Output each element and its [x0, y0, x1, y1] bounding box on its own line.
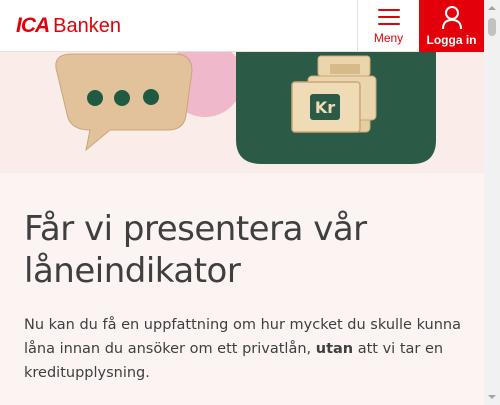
logo-banken: Banken	[53, 14, 122, 37]
scroll-down-arrow-icon[interactable]	[484, 389, 500, 405]
hamburger-menu-icon	[377, 9, 400, 25]
main-content: Får vi presentera vår låneindikator Nu k…	[0, 173, 484, 405]
scrollbar-thumb[interactable]	[488, 18, 496, 36]
kr-coin-text: Kr	[315, 98, 335, 117]
logo-ica: ICA	[16, 14, 50, 37]
vertical-scrollbar[interactable]	[484, 0, 500, 405]
ica-banken-logo[interactable]: ICA Banken	[16, 13, 121, 39]
viewport: ICA Banken Meny Logga in Kr Får vi prese…	[0, 0, 484, 405]
login-button[interactable]: Logga in	[419, 0, 484, 52]
site-header: ICA Banken Meny Logga in	[0, 0, 484, 52]
chat-bubble-illustration	[55, 53, 193, 152]
hero-image: Kr	[0, 52, 484, 173]
scroll-up-arrow-icon[interactable]	[484, 0, 500, 16]
intro-text: Nu kan du få en uppfattning om hur mycke…	[24, 313, 464, 385]
user-icon	[441, 5, 462, 29]
menu-button[interactable]: Meny	[357, 0, 419, 52]
hero-illustration: Kr	[55, 52, 436, 164]
menu-label: Meny	[373, 31, 404, 45]
intro-text-bold: utan	[315, 341, 354, 357]
login-label: Logga in	[426, 32, 477, 47]
page-title: Får vi presentera vår låneindikator	[24, 209, 367, 291]
